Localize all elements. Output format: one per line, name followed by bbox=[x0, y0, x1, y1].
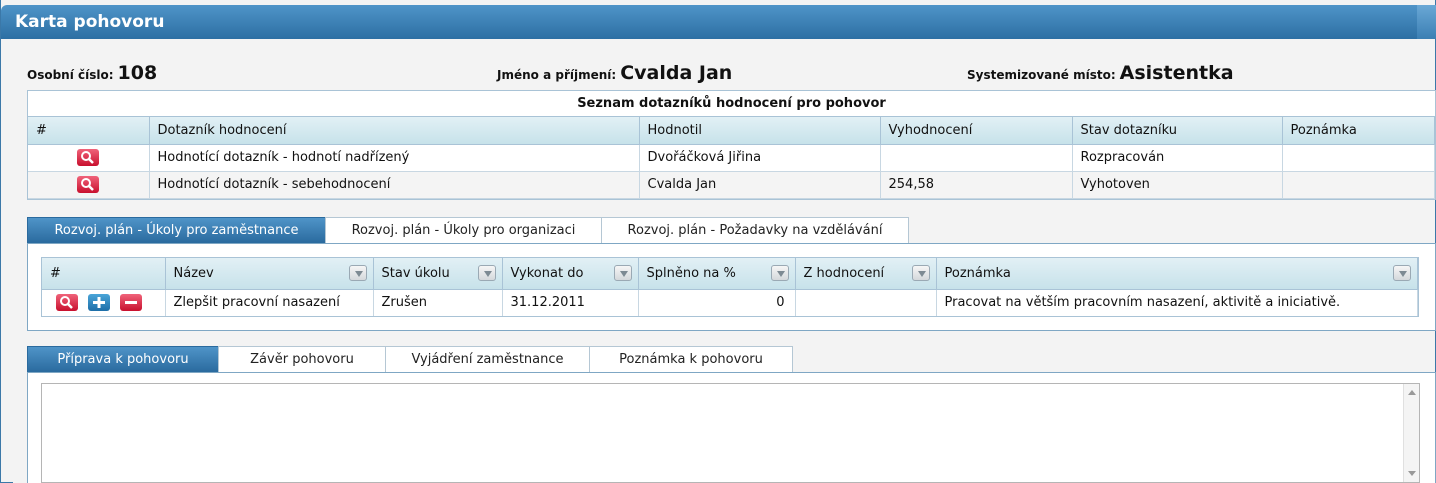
column-menu-icon[interactable] bbox=[477, 265, 496, 281]
task-status: Zrušen bbox=[373, 289, 503, 316]
questionnaire-name: Hodnotící dotazník - hodnotí nadřízený bbox=[149, 144, 640, 172]
employee-number-value: 108 bbox=[117, 62, 158, 84]
column-menu-icon[interactable] bbox=[911, 265, 930, 281]
column-menu-icon[interactable] bbox=[770, 265, 789, 281]
plus-icon[interactable] bbox=[88, 294, 111, 312]
col-due-date-label: Vykonat do bbox=[510, 265, 584, 281]
col-done-pct[interactable]: Splněno na % bbox=[638, 258, 796, 290]
col-task-status-label: Stav úkolu bbox=[381, 265, 450, 281]
employee-number-info: Osobní číslo: 108 bbox=[27, 62, 157, 84]
tab-interview-conclusion[interactable]: Závěr pohovoru bbox=[218, 346, 386, 372]
tab-interview-note[interactable]: Poznámka k pohovoru bbox=[589, 346, 793, 372]
table-row: Zlepšit pracovní nasazení Zrušen 31.12.2… bbox=[42, 289, 1418, 316]
col-evaluation: Vyhodnocení bbox=[880, 117, 1073, 145]
tab-employee-statement[interactable]: Vyjádření zaměstnance bbox=[385, 346, 590, 372]
employee-name-value: Cvalda Jan bbox=[620, 62, 733, 84]
col-due-date[interactable]: Vykonat do bbox=[502, 258, 639, 290]
col-evaluator: Hodnotil bbox=[639, 117, 881, 145]
questionnaire-table: Seznam dotazníků hodnocení pro pohovor #… bbox=[27, 90, 1436, 200]
title-bar: Karta pohovoru bbox=[1, 5, 1436, 39]
questionnaire-status: Rozpracován bbox=[1072, 144, 1283, 172]
row-actions bbox=[28, 171, 150, 199]
employee-number-label: Osobní číslo: bbox=[27, 68, 114, 82]
column-menu-icon[interactable] bbox=[348, 265, 367, 281]
caption-text: Seznam dotazníků hodnocení pro pohovor bbox=[577, 96, 886, 111]
col-questionnaire: Dotazník hodnocení bbox=[149, 117, 640, 145]
tasks-table: # Název Stav úkolu Vykonat do Splněno na… bbox=[41, 257, 1419, 317]
position-value: Asistentka bbox=[1119, 62, 1234, 84]
task-done-pct: 0 bbox=[638, 289, 796, 316]
scroll-down-icon[interactable] bbox=[1408, 471, 1416, 476]
column-menu-icon[interactable] bbox=[613, 265, 632, 281]
col-done-pct-label: Splněno na % bbox=[646, 265, 736, 281]
col-task-name[interactable]: Název bbox=[165, 258, 374, 290]
magnifier-icon[interactable] bbox=[77, 149, 100, 166]
col-hash-label: # bbox=[50, 265, 61, 281]
title-bar-corner bbox=[1417, 5, 1436, 39]
questionnaire-status: Vyhotoven bbox=[1072, 171, 1283, 199]
plan-tabs: Rozvoj. plán - Úkoly pro zaměstnance Roz… bbox=[27, 217, 909, 243]
tab-organization-tasks[interactable]: Rozvoj. plán - Úkoly pro organizaci bbox=[325, 217, 602, 243]
col-hash: # bbox=[42, 258, 166, 290]
task-due-date: 31.12.2011 bbox=[502, 289, 639, 316]
magnifier-icon[interactable] bbox=[56, 294, 78, 312]
interview-tabs: Příprava k pohovoru Závěr pohovoru Vyjád… bbox=[27, 346, 793, 372]
col-hash: # bbox=[28, 117, 150, 145]
employee-name-label: Jméno a příjmení: bbox=[497, 68, 617, 82]
interview-text bbox=[42, 384, 1419, 392]
col-task-name-label: Název bbox=[173, 265, 214, 281]
col-from-evaluation[interactable]: Z hodnocení bbox=[795, 258, 937, 290]
position-info: Systemizované místo: Asistentka bbox=[967, 62, 1234, 84]
col-note: Poznámka bbox=[1282, 117, 1435, 145]
task-from-evaluation bbox=[795, 289, 937, 316]
position-label: Systemizované místo: bbox=[967, 68, 1116, 82]
row-actions bbox=[42, 289, 166, 316]
row-actions bbox=[28, 144, 150, 172]
textarea-scrollbar[interactable] bbox=[1403, 384, 1419, 482]
interview-preparation-textarea[interactable] bbox=[41, 383, 1420, 483]
evaluation-score: 254,58 bbox=[880, 171, 1073, 199]
task-name: Zlepšit pracovní nasazení bbox=[165, 289, 374, 316]
table-row: Hodnotící dotazník - hodnotí nadřízený D… bbox=[28, 144, 1435, 172]
questionnaire-note bbox=[1282, 144, 1435, 172]
evaluation-score bbox=[880, 144, 1073, 172]
table-row: Hodnotící dotazník - sebehodnocení Cvald… bbox=[28, 171, 1435, 199]
tab-interview-preparation[interactable]: Příprava k pohovoru bbox=[27, 346, 219, 372]
tasks-header-row: # Název Stav úkolu Vykonat do Splněno na… bbox=[42, 258, 1418, 290]
window-title: Karta pohovoru bbox=[15, 12, 165, 32]
tab-education-requirements[interactable]: Rozvoj. plán - Požadavky na vzdělávání bbox=[601, 217, 909, 243]
tab-employee-tasks[interactable]: Rozvoj. plán - Úkoly pro zaměstnance bbox=[27, 217, 326, 243]
col-status: Stav dotazníku bbox=[1072, 117, 1283, 145]
evaluator: Cvalda Jan bbox=[639, 171, 881, 199]
scroll-up-icon[interactable] bbox=[1408, 390, 1416, 395]
column-menu-icon[interactable] bbox=[1393, 265, 1411, 281]
questionnaire-header-row: # Dotazník hodnocení Hodnotil Vyhodnocen… bbox=[28, 117, 1435, 145]
col-from-evaluation-label: Z hodnocení bbox=[803, 265, 885, 281]
col-task-note-label: Poznámka bbox=[944, 265, 1011, 281]
task-note: Pracovat na větším pracovním nasazení, a… bbox=[936, 289, 1418, 316]
col-task-note[interactable]: Poznámka bbox=[936, 258, 1418, 290]
magnifier-icon[interactable] bbox=[77, 176, 100, 193]
employee-name-info: Jméno a příjmení: Cvalda Jan bbox=[497, 62, 732, 84]
evaluator: Dvořáčková Jiřina bbox=[639, 144, 881, 172]
questionnaire-note bbox=[1282, 171, 1435, 199]
questionnaire-name: Hodnotící dotazník - sebehodnocení bbox=[149, 171, 640, 199]
questionnaire-table-caption: Seznam dotazníků hodnocení pro pohovor bbox=[28, 91, 1435, 117]
minus-icon[interactable] bbox=[120, 294, 143, 312]
col-task-status[interactable]: Stav úkolu bbox=[373, 258, 503, 290]
